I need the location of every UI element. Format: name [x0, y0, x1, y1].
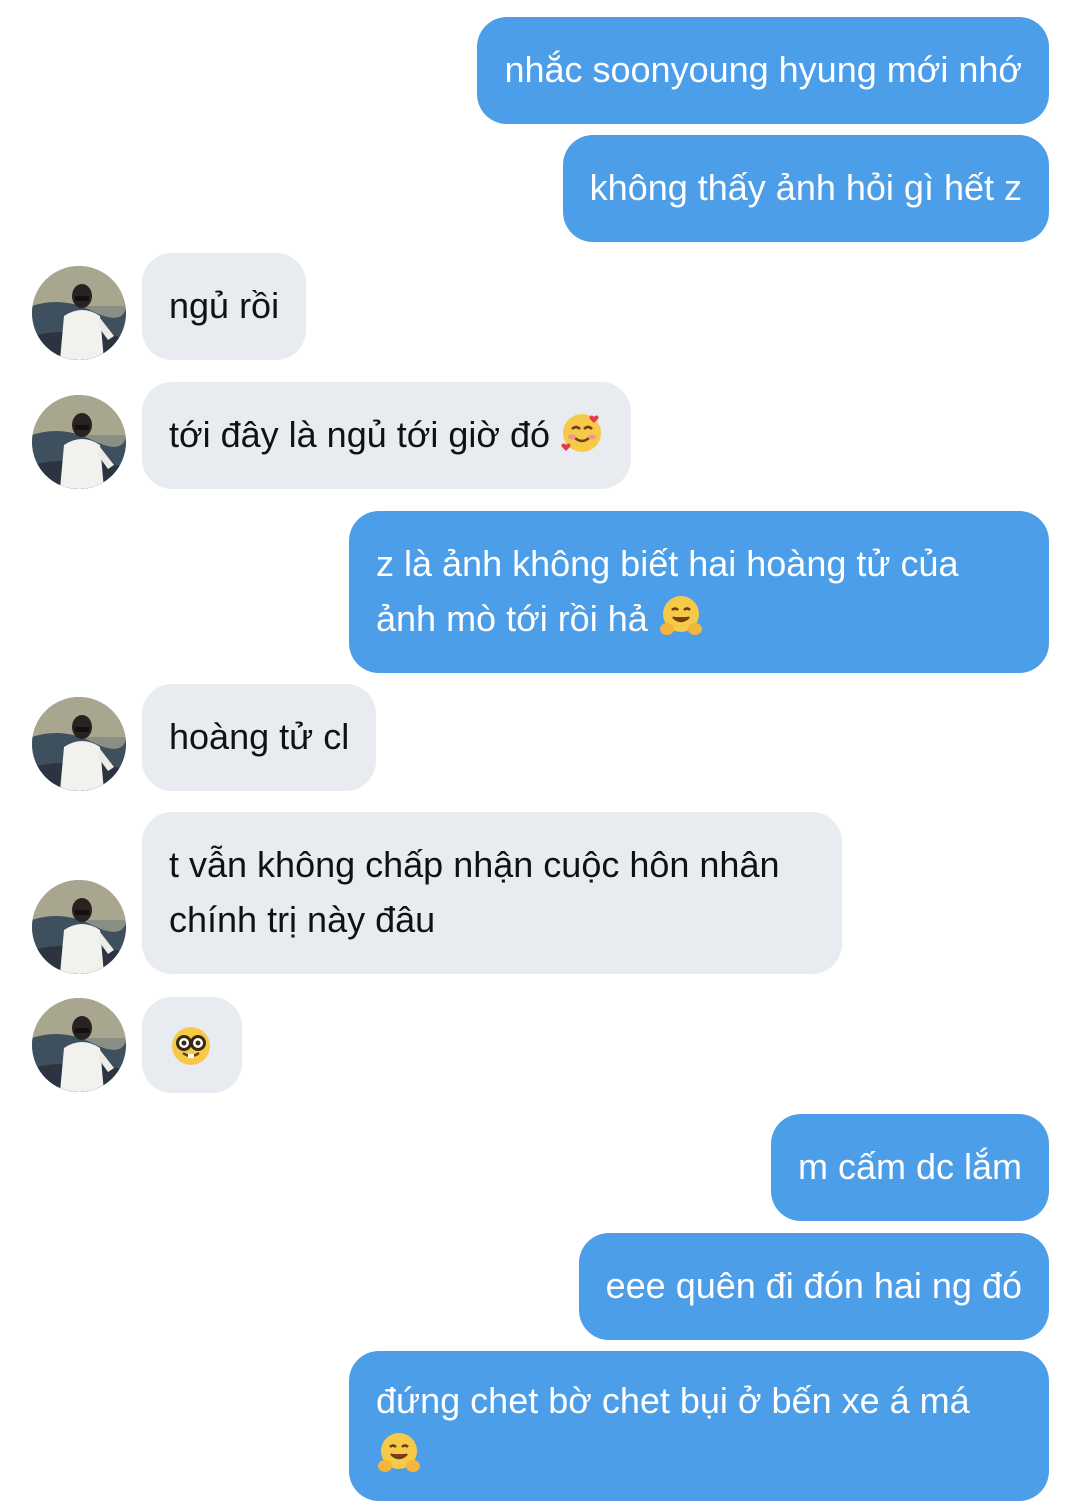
message-text: tới đây là ngủ tới giờ đó [169, 414, 551, 455]
avatar[interactable] [32, 697, 126, 791]
message-text: m cấm dc lắm [797, 1146, 1022, 1187]
message-text-line: t vẫn không chấp nhận cuộc hôn nhân [169, 844, 780, 885]
avatar[interactable] [32, 395, 126, 489]
message-incoming[interactable]: ngủ rồi [142, 253, 307, 360]
message-incoming[interactable]: t vẫn không chấp nhận cuộc hôn nhân chín… [142, 812, 842, 974]
message-incoming[interactable] [142, 997, 242, 1093]
message-outgoing[interactable]: z là ảnh không biết hai hoàng tử của ảnh… [349, 511, 1049, 673]
message-incoming[interactable]: hoàng tử cl [142, 684, 377, 791]
hugging-face-icon [658, 593, 704, 654]
message-text-line: đứng chet bờ chet bụi ở bến xe á má [376, 1380, 970, 1421]
message-outgoing[interactable]: m cấm dc lắm [770, 1114, 1049, 1221]
message-incoming[interactable]: tới đây là ngủ tới giờ đó [142, 382, 632, 489]
hugging-face-icon [376, 1430, 422, 1491]
message-text: không thấy ảnh hỏi gì hết z [589, 167, 1022, 208]
nerd-face-icon [169, 1024, 213, 1083]
smiling-face-with-hearts-icon [560, 411, 604, 470]
message-text: nhắc soonyoung hyung mới nhớ [504, 49, 1022, 90]
avatar[interactable] [32, 998, 126, 1092]
message-text: ngủ rồi [169, 285, 280, 326]
message-text: eee quên đi đón hai ng đó [605, 1265, 1022, 1306]
message-text: ảnh mò tới rồi hả [376, 598, 648, 639]
message-text-line: chính trị này đâu [169, 899, 436, 940]
message-outgoing[interactable]: nhắc soonyoung hyung mới nhớ [477, 17, 1049, 124]
message-outgoing[interactable]: đứng chet bờ chet bụi ở bến xe á má [349, 1351, 1049, 1501]
message-text: hoàng tử cl [169, 716, 350, 757]
avatar[interactable] [32, 880, 126, 974]
message-text-line: ảnh mò tới rồi hả [376, 591, 1022, 654]
message-outgoing[interactable]: không thấy ảnh hỏi gì hết z [562, 135, 1049, 242]
message-text-line: z là ảnh không biết hai hoàng tử của [376, 543, 959, 584]
avatar[interactable] [32, 266, 126, 360]
message-text-line [376, 1428, 1022, 1491]
message-outgoing[interactable]: eee quên đi đón hai ng đó [578, 1233, 1049, 1340]
